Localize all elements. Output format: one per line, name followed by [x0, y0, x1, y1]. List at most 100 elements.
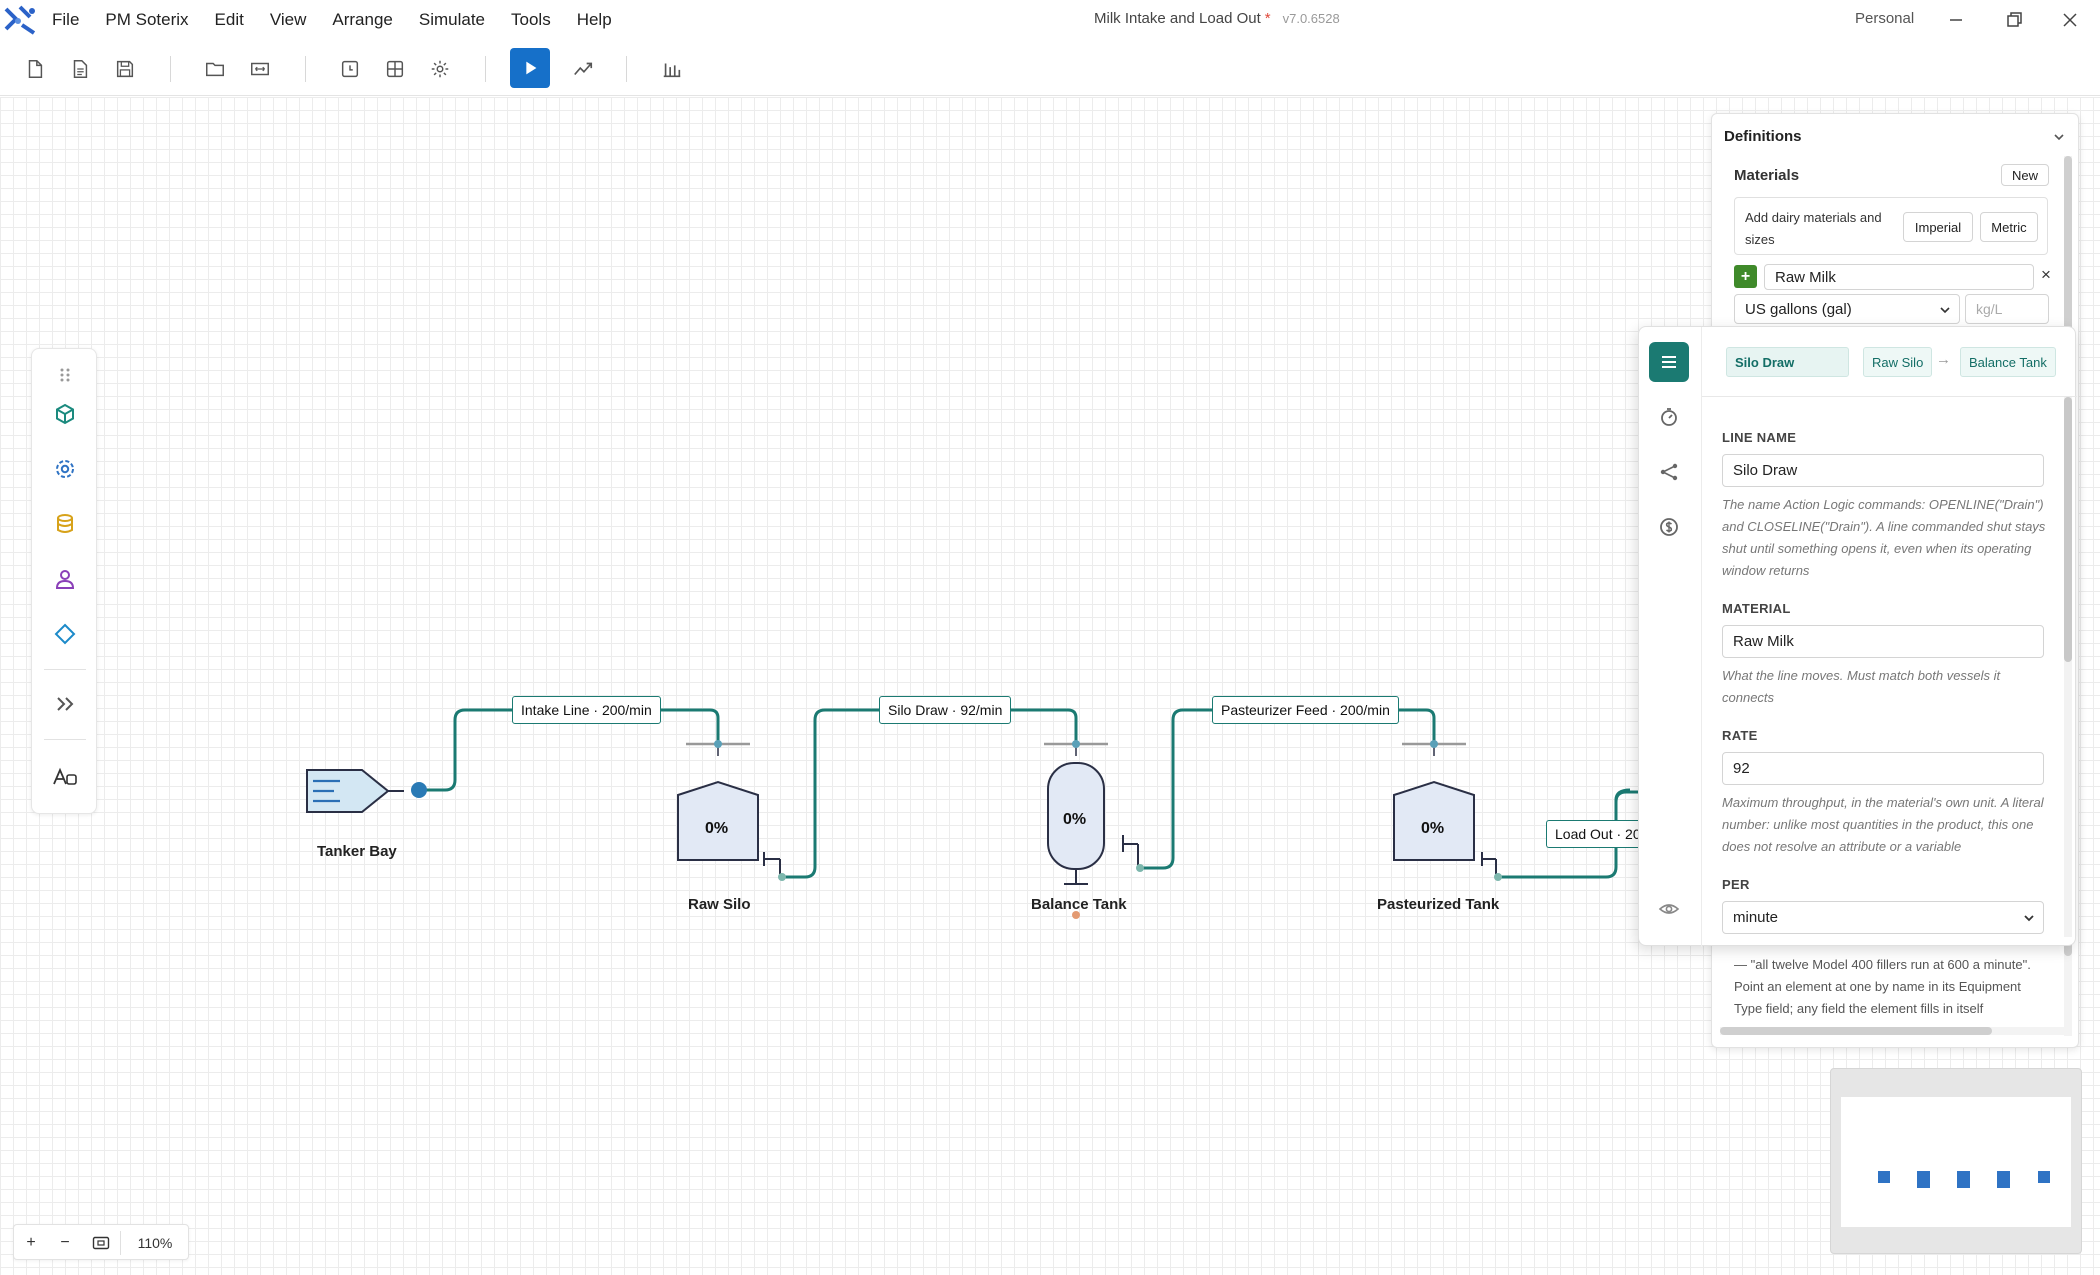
timing-tab[interactable]: [1649, 397, 1689, 437]
minimize-icon[interactable]: [1944, 8, 1968, 32]
app-logo-icon: [4, 5, 36, 35]
fit-width-icon: [251, 62, 269, 76]
person-icon: [55, 570, 75, 589]
remove-material-button[interactable]: ×: [2041, 265, 2051, 285]
rate-input[interactable]: 92: [1722, 752, 2044, 785]
open-folder-button[interactable]: [198, 52, 232, 86]
zoom-out-button[interactable]: −: [48, 1225, 82, 1261]
line-panel-scrollbar[interactable]: [2064, 397, 2072, 937]
material-name-input[interactable]: Raw Milk: [1764, 264, 2034, 290]
flow-label-pasteurizer-feed[interactable]: Pasteurizer Feed · 200/min: [1212, 696, 1399, 724]
units-toolbar: Add dairy materials and sizes Imperial M…: [1734, 197, 2048, 255]
palette-drag-handle[interactable]: [51, 361, 79, 389]
visibility-tab[interactable]: [1649, 889, 1689, 929]
minimap[interactable]: [1830, 1068, 2082, 1254]
underlying-line: — "all twelve Model 400 fillers run at 6…: [1734, 957, 2031, 972]
palette-expand-button[interactable]: [51, 690, 79, 718]
menu-tools[interactable]: Tools: [511, 10, 551, 30]
node-name-balance-tank[interactable]: Balance Tank: [1031, 896, 1127, 913]
materials-label: Materials: [1734, 167, 1800, 184]
menu-arrange[interactable]: Arrange: [332, 10, 392, 30]
folder-icon: [206, 62, 224, 77]
chevron-down-icon[interactable]: [2052, 130, 2066, 144]
properties-tab[interactable]: [1649, 342, 1689, 382]
unit-select[interactable]: US gallons (gal): [1734, 294, 1960, 324]
modified-marker: *: [1264, 10, 1271, 27]
density-input[interactable]: kg/L: [1965, 294, 2049, 324]
zoom-in-button[interactable]: +: [14, 1225, 48, 1261]
definitions-h-scrollbar[interactable]: [1720, 1027, 2064, 1035]
node-name-tanker-bay[interactable]: Tanker Bay: [317, 843, 397, 860]
line-name-help: The name Action Logic commands: OPENLINE…: [1722, 497, 2046, 578]
menu-list-icon: [1662, 356, 1676, 368]
zoom-level[interactable]: 110%: [122, 1225, 188, 1261]
new-material-button[interactable]: New: [2001, 164, 2049, 186]
material-input[interactable]: Raw Milk: [1722, 625, 2044, 658]
gear-icon: [56, 460, 74, 478]
trend-icon: [574, 62, 593, 76]
menu-view[interactable]: View: [270, 10, 307, 30]
document-icon: [73, 60, 88, 78]
imperial-button[interactable]: Imperial: [1903, 212, 1973, 242]
to-vessel-chip[interactable]: Balance Tank: [1960, 347, 2056, 377]
menu-file[interactable]: File: [52, 10, 79, 30]
palette-vessels-button[interactable]: [51, 400, 79, 428]
toolbar-separator: [305, 56, 306, 82]
metric-button[interactable]: Metric: [1980, 212, 2038, 242]
add-material-button[interactable]: +: [1734, 265, 1757, 288]
line-properties-panel: Silo Draw Raw Silo → Balance Tank LINE N…: [1638, 326, 2077, 947]
minimap-node: [2038, 1171, 2050, 1183]
new-file-button[interactable]: [18, 52, 52, 86]
menu-help[interactable]: Help: [577, 10, 612, 30]
underlying-line: Point an element at one by name in its E…: [1734, 979, 2021, 994]
line-name-input[interactable]: Silo Draw: [1722, 454, 2044, 487]
cost-tab[interactable]: [1649, 507, 1689, 547]
settings-button[interactable]: [423, 52, 457, 86]
node-name-raw-silo[interactable]: Raw Silo: [688, 896, 751, 913]
title-bar: File PM Soterix Edit View Arrange Simula…: [0, 0, 2100, 40]
node-name-pasteurized-tank[interactable]: Pasteurized Tank: [1377, 896, 1499, 913]
trend-button[interactable]: [566, 52, 600, 86]
palette-separator: [44, 739, 86, 740]
underlying-line: Type field; any field the element fills …: [1734, 1001, 1984, 1016]
menu-pm-soterix[interactable]: PM Soterix: [105, 10, 188, 30]
palette-operators-button[interactable]: [51, 565, 79, 593]
flow-label-silo-draw[interactable]: Silo Draw · 92/min: [879, 696, 1012, 724]
from-vessel-chip[interactable]: Raw Silo: [1863, 347, 1933, 377]
play-icon: [526, 61, 537, 75]
chevron-down-icon: [2024, 915, 2034, 922]
routing-tab[interactable]: [1649, 452, 1689, 492]
palette-text-button[interactable]: [51, 763, 79, 791]
raw-silo-level: 0%: [705, 820, 729, 837]
eye-icon: [1658, 904, 1680, 914]
run-simulation-button[interactable]: [510, 48, 550, 88]
palette-equipment-button[interactable]: [51, 455, 79, 483]
units-hint: Add dairy materials and sizes: [1745, 210, 1882, 247]
save-icon: [116, 60, 134, 78]
menu-simulate[interactable]: Simulate: [419, 10, 485, 30]
fit-view-button[interactable]: [82, 1225, 120, 1261]
menu-edit[interactable]: Edit: [215, 10, 244, 30]
text-style-icon: [53, 767, 77, 785]
flow-label-intake-line[interactable]: Intake Line · 200/min: [512, 696, 661, 724]
line-chip[interactable]: Silo Draw: [1726, 347, 1849, 377]
restore-icon[interactable]: [2002, 8, 2026, 32]
schedule-button[interactable]: [333, 52, 367, 86]
material-label: MATERIAL: [1722, 601, 1791, 616]
document-title: Milk Intake and Load Out: [1094, 10, 1261, 27]
close-icon[interactable]: [2058, 8, 2082, 32]
open-document-button[interactable]: [63, 52, 97, 86]
version-label: v7.0.6528: [1282, 11, 1340, 26]
save-button[interactable]: [108, 52, 142, 86]
fit-width-button[interactable]: [243, 52, 277, 86]
rate-label: RATE: [1722, 728, 1758, 743]
grid-button[interactable]: [378, 52, 412, 86]
palette-storage-button[interactable]: [51, 510, 79, 538]
flow-label-load-out[interactable]: Load Out · 20: [1546, 820, 1642, 848]
results-button[interactable]: [655, 52, 689, 86]
account-label[interactable]: Personal: [1855, 10, 1914, 27]
gear-icon: [431, 60, 449, 78]
palette-decision-button[interactable]: [51, 620, 79, 648]
per-select[interactable]: minute: [1722, 901, 2044, 934]
chevron-down-icon: [1940, 307, 1950, 314]
